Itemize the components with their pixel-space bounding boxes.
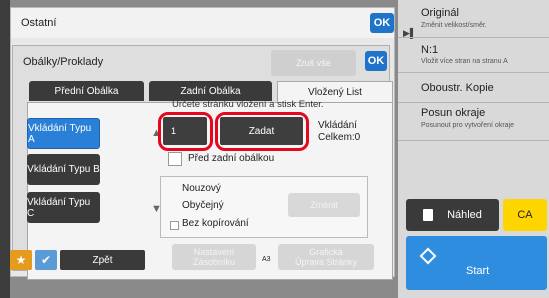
original-item[interactable]: Originál Změnit velikost/směr. [398, 0, 549, 38]
option-bez-kopirovani: Bez kopírování [182, 218, 249, 229]
preview-icon [423, 209, 434, 221]
right-panel: ▶▌ Originál Změnit velikost/směr. N:1 Vl… [398, 0, 549, 298]
n1-title: N:1 [421, 44, 439, 56]
graficka-line1: Grafická [309, 247, 343, 257]
obalky-ok-button[interactable]: OK [365, 51, 387, 71]
vkladani-typu-a-button[interactable]: Vkládání Typu A [27, 118, 100, 149]
zadat-button[interactable]: Zadat [220, 117, 303, 145]
tab-zadni-obalka[interactable]: Zadní Obálka [149, 81, 272, 101]
zmenit-button[interactable]: Změnit [288, 193, 360, 217]
ostatni-header [11, 8, 394, 38]
check-icon[interactable]: ✔ [35, 250, 57, 270]
nahled-label: Náhled [447, 209, 482, 221]
start-button[interactable]: Start [406, 236, 547, 290]
instruction-text: Určete stránku vložení a stisk Enter. [172, 99, 324, 110]
zpet-button[interactable]: Zpět [60, 250, 145, 270]
paper-size-indicator: A3 [262, 256, 271, 263]
posun-okraje-item[interactable]: Posun okraje Posunout pro vytvoření okra… [398, 103, 549, 141]
page-number-input[interactable]: 1 [163, 117, 207, 145]
nastaveni-line2: Zásobníku [192, 257, 236, 267]
vkladani-celkem-line2: Celkem:0 [318, 132, 361, 143]
graficka-uprava-button[interactable]: Grafická Úprava Stránky [278, 244, 374, 270]
zrus-vse-button[interactable]: Zruš vše [271, 50, 356, 76]
original-subtitle: Změnit velikost/směr. [421, 22, 487, 29]
oboustr-kopie-item[interactable]: Oboustr. Kopie [398, 73, 549, 103]
original-title: Originál [421, 7, 459, 19]
obalky-title: Obálky/Proklady [23, 56, 104, 68]
bez-kopirovani-checkbox[interactable] [170, 221, 179, 230]
ostatni-ok-button[interactable]: OK [370, 13, 394, 33]
nastaveni-zasobniku-button[interactable]: Nastavení Zásobníku [172, 244, 256, 270]
nastaveni-line1: Nastavení [193, 247, 235, 257]
vkladani-celkem-text: Vkládání Celkem:0 [318, 120, 360, 144]
nahled-button[interactable]: Náhled [406, 199, 499, 231]
pred-zadni-checkbox[interactable] [168, 152, 182, 166]
ca-label: CA [517, 209, 533, 221]
vkladani-typu-b-button[interactable]: Vkládání Typu B [27, 154, 100, 185]
star-icon[interactable]: ★ [10, 250, 32, 270]
posun-okraje-title: Posun okraje [421, 107, 486, 119]
vkladani-typu-c-button[interactable]: Vkládání Typu C [27, 192, 100, 223]
n1-item[interactable]: N:1 Vložit více stran na stranu A [398, 38, 549, 73]
graficka-line2: Úprava Stránky [294, 257, 358, 267]
oboustr-kopie-label: Oboustr. Kopie [421, 82, 494, 94]
option-obycejny: Obyčejný [182, 200, 224, 211]
posun-okraje-subtitle: Posunout pro vytvoření okraje [421, 122, 514, 129]
start-label: Start [466, 265, 490, 277]
pred-zadni-label: Před zadní obálkou [188, 153, 275, 164]
ostatni-title: Ostatní [21, 17, 57, 29]
n1-subtitle: Vložit více stran na stranu A [421, 58, 508, 65]
ca-button[interactable]: CA [503, 199, 547, 231]
tab-predni-obalka[interactable]: Přední Obálka [29, 81, 144, 101]
option-nouzovy: Nouzový [182, 183, 221, 194]
left-strip [0, 0, 10, 298]
vkladani-celkem-line1: Vkládání [318, 120, 357, 131]
start-diamond-icon [419, 247, 437, 265]
